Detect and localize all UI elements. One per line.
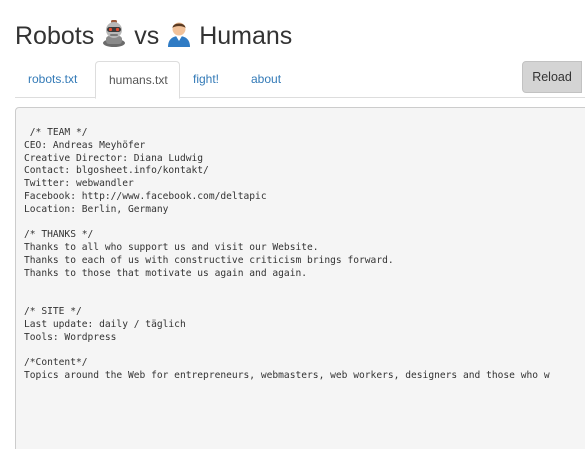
- tab-about[interactable]: about: [238, 61, 294, 98]
- content-line: /* SITE */: [24, 306, 82, 318]
- page-title: Robots vs Humans: [15, 18, 292, 54]
- tab-robots-txt[interactable]: robots.txt: [15, 61, 90, 98]
- content-line: Contact: blgosheet.info/kontakt/: [24, 165, 209, 177]
- content-line: Thanks to all who support us and visit o…: [24, 242, 319, 254]
- reload-button[interactable]: Reload: [522, 61, 582, 93]
- content-line: /*Content*/: [24, 357, 88, 369]
- content-line: Creative Director: Diana Ludwig: [24, 152, 204, 164]
- title-robots: Robots: [15, 21, 95, 50]
- content-line: Thanks to those that motivate us again a…: [24, 267, 308, 279]
- content-line: Topics around the Web for entrepreneurs,…: [24, 370, 550, 382]
- content-line: /* TEAM */: [24, 127, 88, 138]
- content-line: Twitter: webwandler: [24, 178, 134, 190]
- title-humans: Humans: [199, 21, 293, 50]
- content-line: Facebook: http://www.facebook.com/deltap…: [24, 190, 267, 202]
- content-line: CEO: Andreas Meyhöfer: [24, 139, 146, 151]
- content-line: Location: Berlin, Germany: [24, 203, 169, 215]
- tab-bar: robots.txt humans.txt fight! about: [15, 61, 585, 99]
- content-line: Thanks to each of us with constructive c…: [24, 254, 394, 266]
- tab-humans-txt[interactable]: humans.txt: [95, 61, 180, 99]
- tab-fight[interactable]: fight!: [180, 61, 232, 98]
- humans-txt-content[interactable]: /* TEAM */ CEO: Andreas Meyhöfer Creativ…: [15, 107, 585, 449]
- robot-emoji-icon: [101, 19, 127, 54]
- humans-txt-text: /* TEAM */ CEO: Andreas Meyhöfer Creativ…: [24, 127, 550, 383]
- title-vs: vs: [134, 21, 160, 50]
- human-emoji-icon: [166, 19, 192, 54]
- content-line: Last update: daily / täglich: [24, 318, 186, 330]
- content-line: Tools: Wordpress: [24, 331, 117, 343]
- content-line: /* THANKS */: [24, 229, 94, 241]
